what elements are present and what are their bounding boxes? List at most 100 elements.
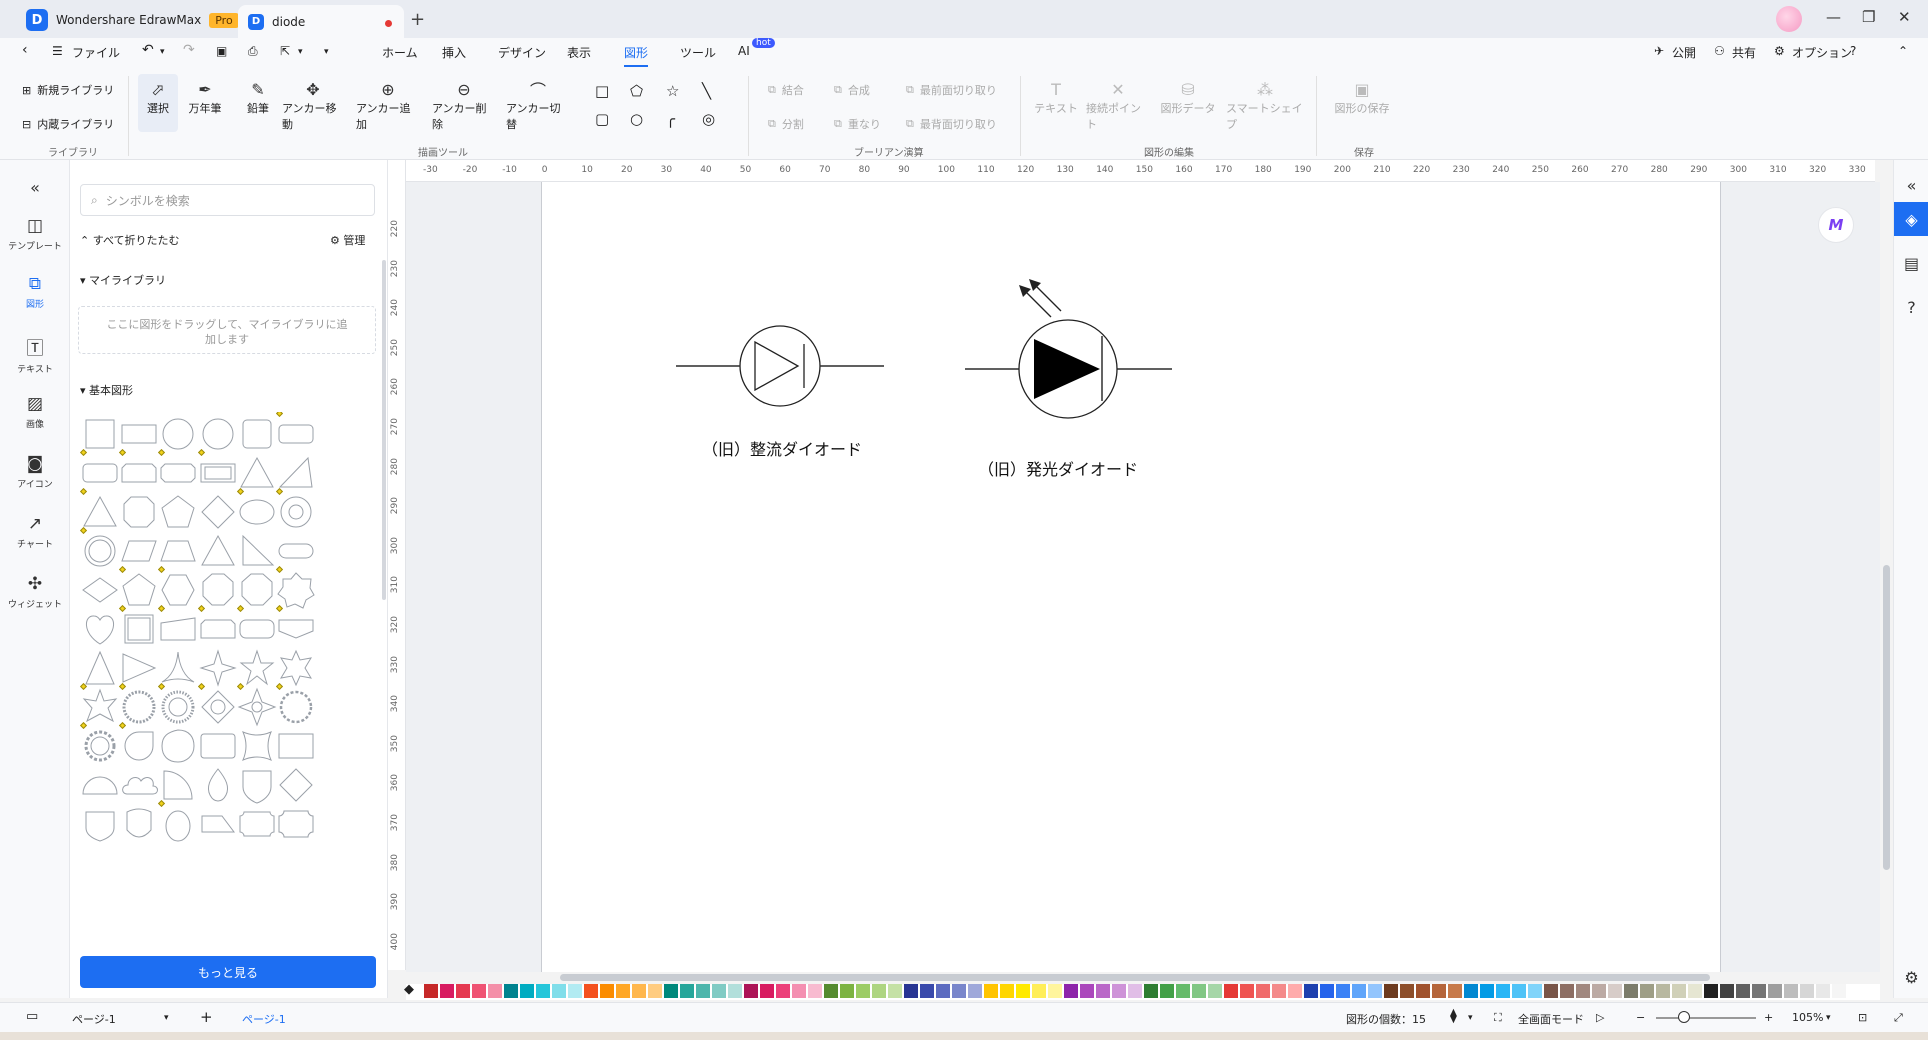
rail-chart[interactable]: ↗ チャート — [0, 514, 70, 550]
color-swatch[interactable] — [1016, 984, 1030, 998]
color-swatch[interactable] — [1464, 984, 1478, 998]
file-menu[interactable]: ファイル — [72, 44, 120, 61]
color-swatch[interactable] — [920, 984, 934, 998]
shape-thumbnail[interactable] — [235, 724, 279, 768]
hamburger-icon[interactable]: ☰ — [52, 44, 63, 58]
new-library-button[interactable]: ⊞ 新規ライブラリ — [22, 82, 114, 98]
back-cut-button[interactable]: ⧉ 最背面切り取り — [906, 116, 997, 132]
shape-thumbnail[interactable] — [196, 529, 240, 573]
color-swatch[interactable] — [1096, 984, 1110, 998]
color-swatch[interactable] — [1720, 984, 1734, 998]
color-swatch[interactable] — [1208, 984, 1222, 998]
color-swatch[interactable] — [1048, 984, 1062, 998]
shape-thumbnail[interactable] — [156, 490, 200, 534]
options-gear-icon[interactable]: ⚙ — [1774, 44, 1785, 58]
color-swatch[interactable] — [728, 984, 742, 998]
color-swatch[interactable] — [1000, 984, 1014, 998]
fit-width-icon[interactable]: ⤢ — [1894, 1011, 1903, 1025]
color-swatch[interactable] — [1240, 984, 1254, 998]
pentagon-tool-icon[interactable]: ⬠ — [630, 82, 643, 100]
front-cut-button[interactable]: ⧉ 最前面切り取り — [906, 82, 997, 98]
options-button[interactable]: オプション — [1792, 44, 1852, 61]
color-swatch[interactable] — [712, 984, 726, 998]
color-swatch[interactable] — [872, 984, 886, 998]
rail-image[interactable]: ▨ 画像 — [0, 394, 70, 430]
color-swatch[interactable] — [1032, 984, 1046, 998]
color-swatch[interactable] — [952, 984, 966, 998]
shape-thumbnail[interactable] — [156, 799, 200, 846]
shape-thumbnail[interactable] — [80, 487, 122, 534]
builtin-library-button[interactable]: ⊟ 内蔵ライブラリ — [22, 116, 114, 132]
back-arrow-icon[interactable]: ‹ — [22, 42, 28, 58]
color-swatch[interactable] — [1272, 984, 1286, 998]
circle-tool-icon[interactable]: ○ — [630, 110, 643, 128]
shape-thumbnail[interactable] — [274, 724, 318, 768]
save-icon[interactable]: ▣ — [216, 44, 227, 58]
publish-button[interactable]: 公開 — [1672, 44, 1696, 61]
arc-tool-icon[interactable]: ╭ — [666, 110, 675, 128]
color-swatch[interactable] — [472, 984, 486, 998]
shape-thumbnail[interactable] — [274, 604, 318, 651]
color-swatch[interactable] — [1848, 984, 1862, 998]
color-swatch[interactable] — [1624, 984, 1638, 998]
shape-thumbnail[interactable] — [274, 763, 318, 807]
page-layout-icon[interactable]: ▭ — [26, 1009, 38, 1024]
rail-shapes[interactable]: ⧉ 図形 — [0, 274, 70, 310]
collapse-ribbon-icon[interactable]: ⌃ — [1898, 44, 1908, 58]
shape-thumbnail[interactable] — [156, 724, 200, 768]
color-swatch[interactable] — [1704, 984, 1718, 998]
minimize-button[interactable]: — — [1826, 8, 1841, 26]
color-swatch[interactable] — [1320, 984, 1334, 998]
rail-icons[interactable]: ◙ アイコン — [0, 454, 70, 490]
redo-icon[interactable]: ↷ — [183, 42, 195, 58]
color-swatch[interactable] — [648, 984, 662, 998]
expand-panel-icon[interactable]: « — [1894, 168, 1928, 202]
help-icon[interactable]: ? — [1850, 44, 1856, 58]
color-swatch[interactable] — [1176, 984, 1190, 998]
color-swatch[interactable] — [792, 984, 806, 998]
print-icon[interactable]: ⎙ — [248, 44, 258, 59]
color-swatch[interactable] — [552, 984, 566, 998]
page-properties-icon[interactable]: ▤ — [1894, 246, 1928, 280]
zoom-in-button[interactable]: + — [1764, 1011, 1773, 1024]
rectifier-diode-label[interactable]: （旧）整流ダイオード — [702, 436, 862, 460]
color-swatch[interactable] — [1576, 984, 1590, 998]
color-swatch[interactable] — [1256, 984, 1270, 998]
shape-thumbnail[interactable] — [235, 529, 279, 573]
color-swatch[interactable] — [968, 984, 982, 998]
color-swatch[interactable] — [1768, 984, 1782, 998]
split-button[interactable]: ⧉ 分割 — [768, 116, 804, 132]
color-swatch[interactable] — [1688, 984, 1702, 998]
shape-thumbnail[interactable] — [235, 802, 279, 846]
fill-picker-icon[interactable]: ◆ — [404, 982, 414, 997]
color-swatch[interactable] — [1512, 984, 1526, 998]
color-swatch[interactable] — [664, 984, 678, 998]
fullscreen-icon[interactable]: ⛶ — [1494, 1011, 1502, 1025]
color-swatch[interactable] — [776, 984, 790, 998]
shape-thumbnail[interactable] — [235, 682, 279, 729]
color-swatch[interactable] — [1496, 984, 1510, 998]
color-swatch[interactable] — [1480, 984, 1494, 998]
color-swatch[interactable] — [1560, 984, 1574, 998]
color-swatch[interactable] — [600, 984, 614, 998]
color-swatch[interactable] — [1144, 984, 1158, 998]
rail-widgets[interactable]: ✣ ウィジェット — [0, 574, 70, 610]
shape-thumbnail[interactable] — [80, 802, 122, 846]
color-swatch[interactable] — [904, 984, 918, 998]
color-swatch[interactable] — [744, 984, 758, 998]
color-swatch[interactable] — [1384, 984, 1398, 998]
share-icon[interactable]: ⚇ — [1714, 44, 1725, 58]
symbol-search-input[interactable]: ⌕ シンボルを検索 — [80, 184, 375, 216]
color-swatch[interactable] — [1400, 984, 1414, 998]
color-swatch[interactable] — [536, 984, 550, 998]
color-swatch[interactable] — [1352, 984, 1366, 998]
color-swatch[interactable] — [1224, 984, 1238, 998]
document-tab[interactable]: D diode — [238, 5, 404, 38]
color-swatch[interactable] — [1128, 984, 1142, 998]
menu-home[interactable]: ホーム — [382, 44, 418, 61]
shape-thumbnail[interactable] — [196, 448, 240, 495]
my-library-drop-zone[interactable]: ここに図形をドラッグして、マイライブラリに追 加します — [78, 306, 376, 354]
shape-thumbnail[interactable] — [196, 802, 240, 846]
shape-thumbnail[interactable] — [196, 682, 240, 729]
quick-access-more-icon[interactable]: ▾ — [324, 47, 329, 57]
